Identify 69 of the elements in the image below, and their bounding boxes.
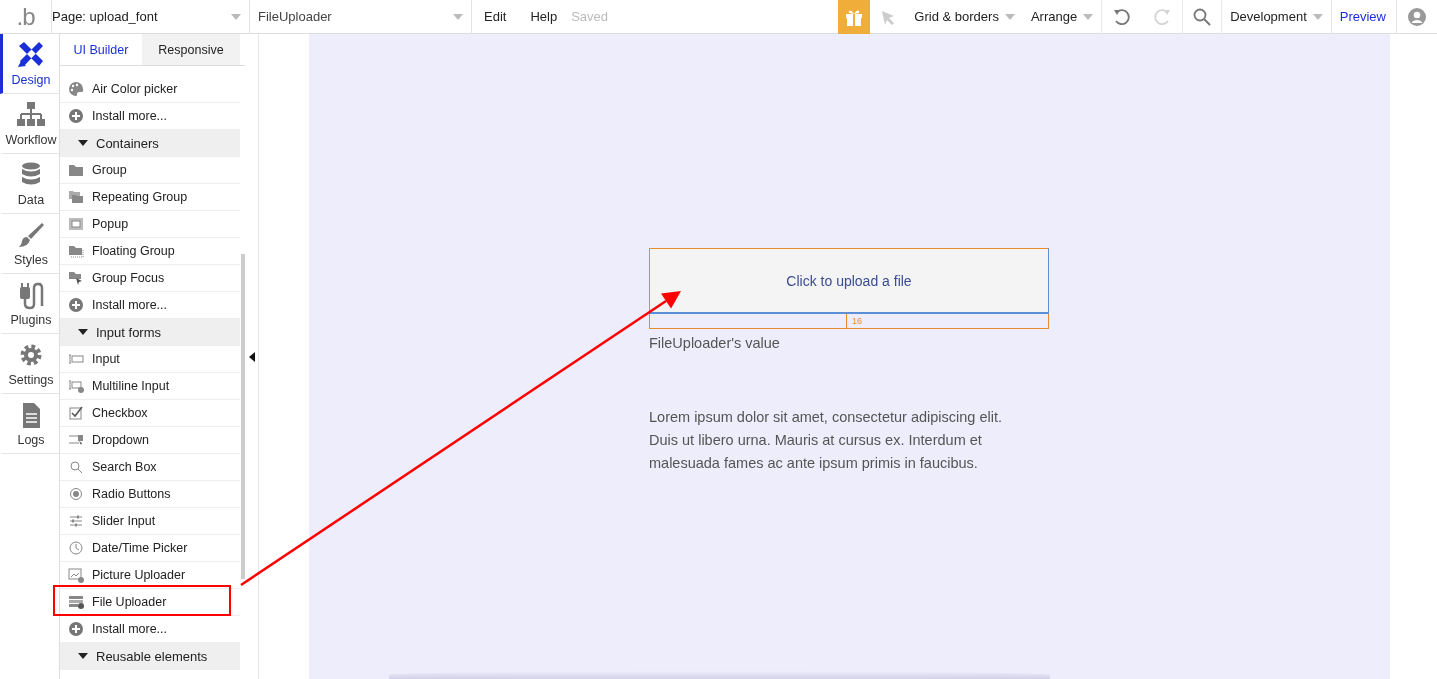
caret-icon <box>1004 13 1015 20</box>
plus-icon <box>68 621 84 637</box>
element-item[interactable]: Repeating Group <box>60 184 240 211</box>
element-item[interactable]: Search Box <box>60 454 240 481</box>
picture-icon <box>68 567 84 583</box>
popup-icon <box>68 216 84 232</box>
element-item[interactable]: Floating Group <box>60 238 240 265</box>
element-item[interactable]: Popup <box>60 211 240 238</box>
toolbar-dropdown[interactable]: Development <box>1230 9 1323 24</box>
element-item[interactable]: Air Color picker <box>60 76 240 103</box>
element-item[interactable]: Input <box>60 346 240 373</box>
user-icon[interactable] <box>1407 6 1427 27</box>
scrollbar[interactable] <box>241 254 245 579</box>
nav-item[interactable]: Plugins <box>0 274 59 334</box>
value-text: FileUploader's value <box>649 335 781 351</box>
plus-icon <box>68 108 84 124</box>
caret-icon <box>1312 13 1323 20</box>
spacing-label: 16 <box>846 314 1048 328</box>
palette-icon <box>68 81 84 97</box>
folders-icon <box>68 189 84 205</box>
element-item[interactable]: File Uploader <box>60 589 240 616</box>
gift-button[interactable] <box>838 0 871 34</box>
toolbar-dropdown[interactable]: Grid & borders <box>914 9 1015 24</box>
nav-item[interactable]: Settings <box>0 334 59 394</box>
element-item[interactable]: Checkbox <box>60 400 240 427</box>
page-selector[interactable]: Page: upload_font <box>52 0 250 34</box>
element-item[interactable]: Multiline Input <box>60 373 240 400</box>
category-header[interactable]: Reusable elements <box>60 643 240 670</box>
multiline-input-icon <box>68 378 84 394</box>
save-status: Saved <box>571 9 609 24</box>
element-item[interactable]: Dropdown <box>60 427 240 454</box>
element-selector[interactable]: FileUploader <box>250 0 472 34</box>
file-uploader-icon <box>68 594 84 610</box>
caret-icon <box>453 13 463 20</box>
slider-icon <box>68 513 84 529</box>
search-icon[interactable] <box>1193 7 1212 26</box>
element-item[interactable]: Radio Buttons <box>60 481 240 508</box>
plus-icon <box>68 297 84 313</box>
element-item[interactable]: Date/Time Picker <box>60 535 240 562</box>
caret-icon <box>231 13 241 20</box>
file-uploader[interactable]: Click to upload a file <box>649 248 1049 314</box>
caret-icon <box>1083 13 1094 20</box>
radio-icon <box>68 486 84 502</box>
clock-icon <box>68 540 84 556</box>
floating-group-icon <box>68 243 84 259</box>
undo-icon[interactable] <box>1112 6 1133 27</box>
folder-icon <box>68 162 84 178</box>
paragraph-text: Lorem ipsum dolor sit amet, consectetur adipiscing elit. Duis ut libero urna. Mauris at cursus ex. Interdum et malesuada fames ac ante ipsum primis in faucibus. <box>649 408 1003 473</box>
menu-item[interactable]: Edit <box>484 9 507 24</box>
checkbox-icon <box>68 405 84 421</box>
menu-item[interactable]: Help <box>530 9 558 24</box>
collapse-arrow-icon <box>248 351 255 362</box>
nav-item[interactable]: Workflow <box>0 94 59 154</box>
preview-link[interactable]: Preview <box>1339 9 1386 24</box>
search-icon <box>68 459 84 475</box>
logo[interactable]: .b <box>0 0 52 34</box>
input-icon <box>68 351 84 367</box>
nav-item[interactable]: Styles <box>0 214 59 274</box>
toolbar-dropdown[interactable]: Arrange <box>1030 9 1094 24</box>
nav-item[interactable]: Data <box>0 154 59 214</box>
element-item[interactable]: Group Focus <box>60 265 240 292</box>
element-item[interactable]: Picture Uploader <box>60 562 240 589</box>
category-header[interactable]: Input forms <box>60 319 240 346</box>
category-header[interactable]: Containers <box>60 130 240 157</box>
element-item[interactable]: Group <box>60 157 240 184</box>
panel-tab[interactable]: Responsive <box>142 34 240 65</box>
focus-icon <box>68 270 84 286</box>
nav-item[interactable]: Logs <box>0 394 59 454</box>
element-item[interactable]: Slider Input <box>60 508 240 535</box>
